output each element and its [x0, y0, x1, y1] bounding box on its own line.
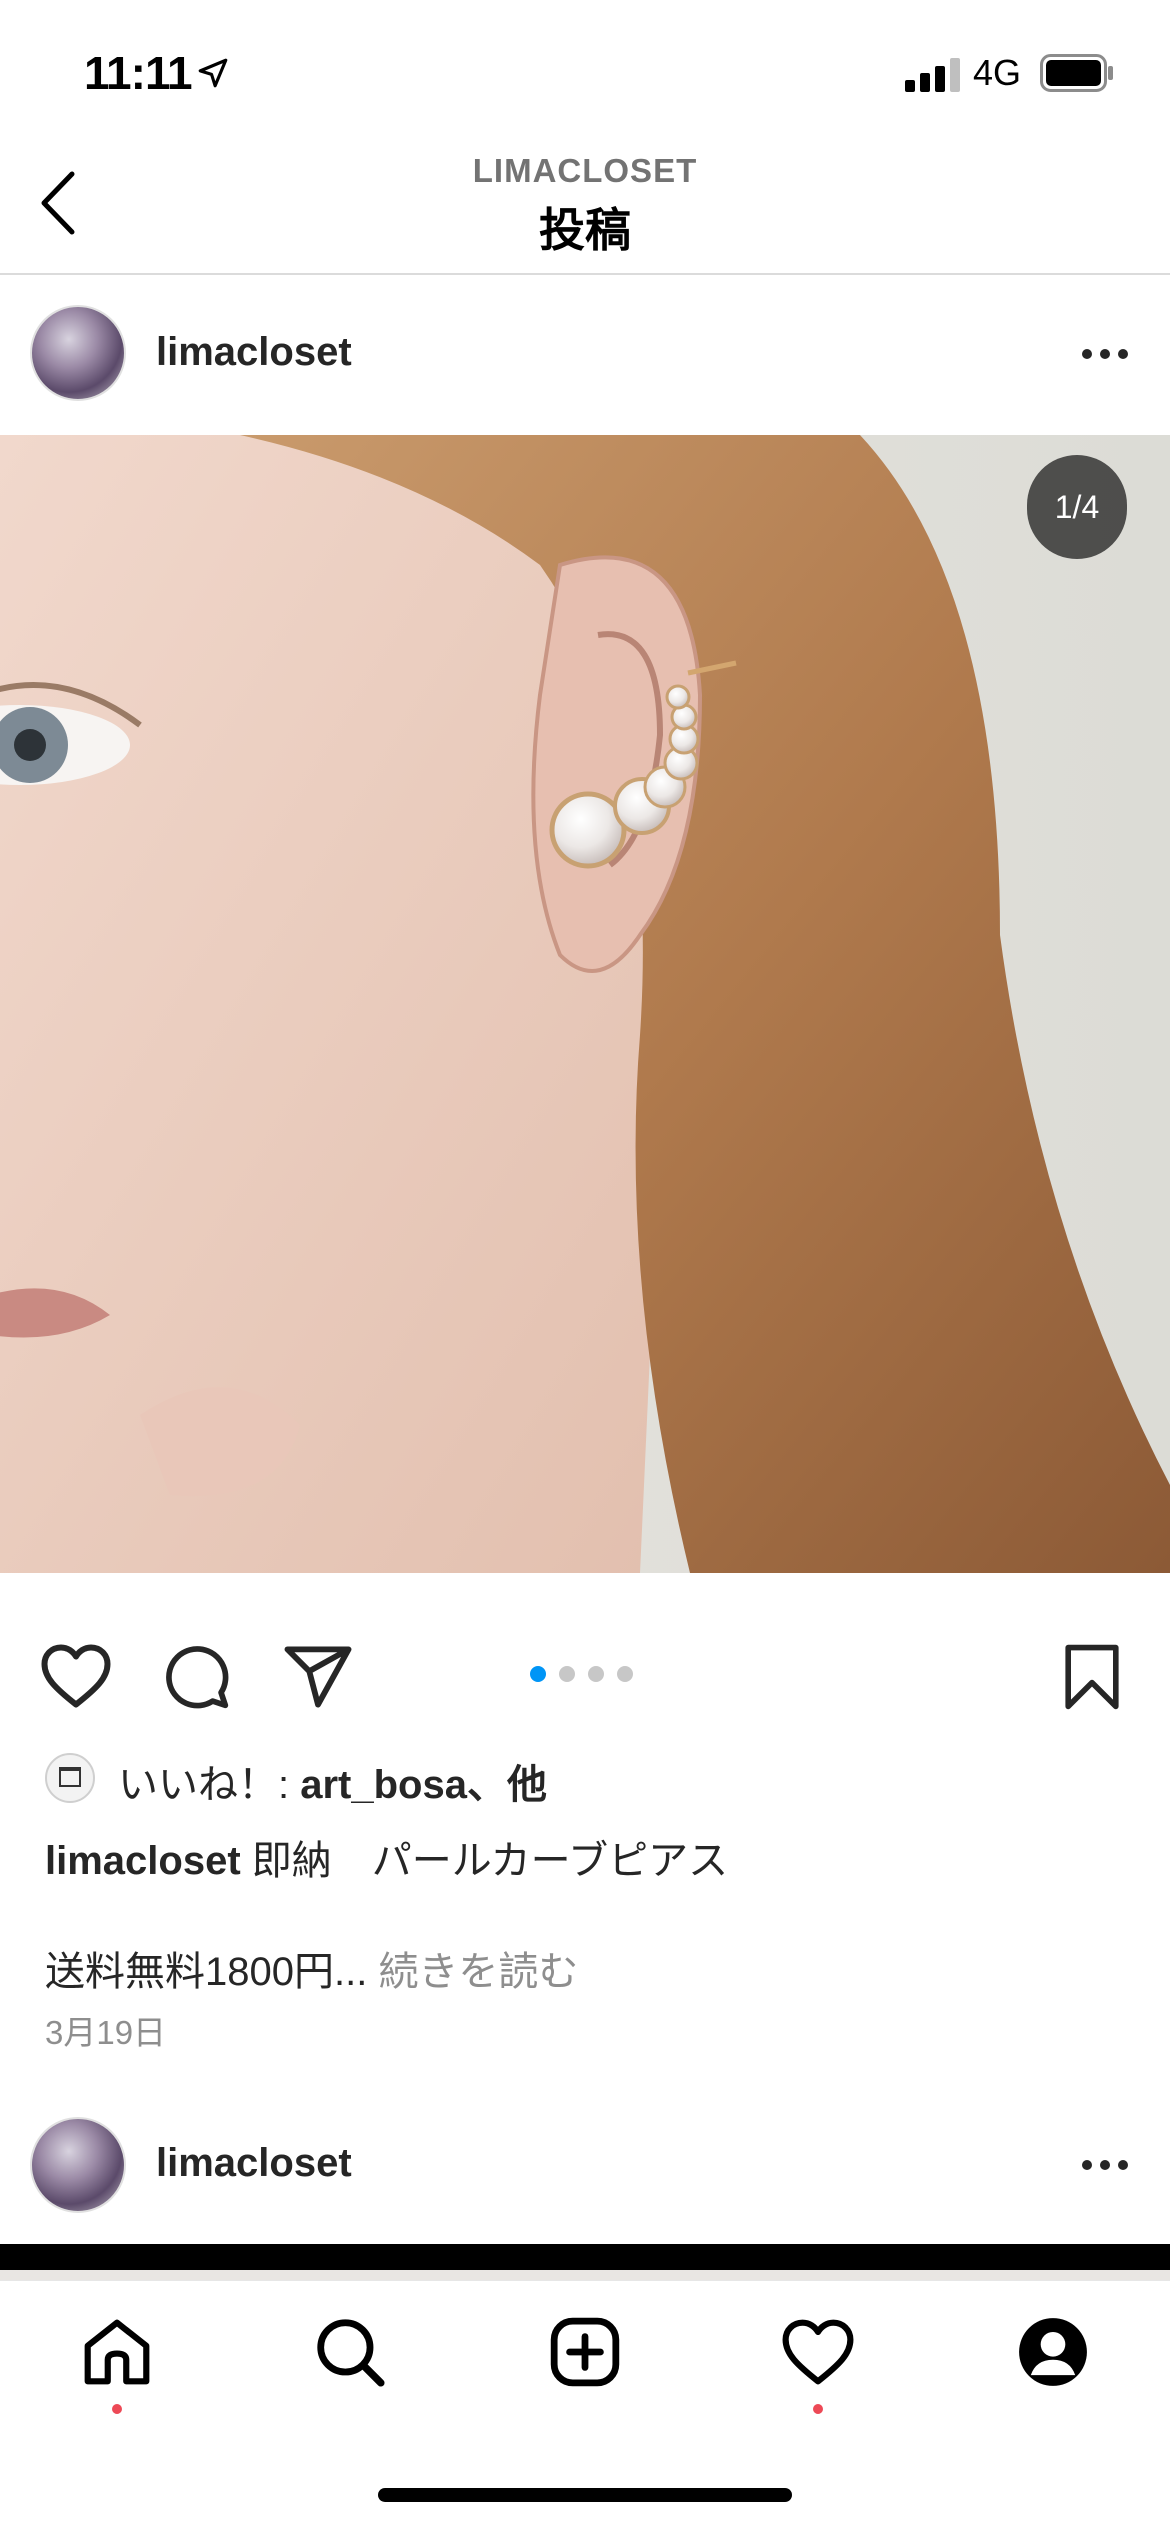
network-type: 4G — [973, 52, 1022, 93]
caption: limacloset 即納 パールカーブピアス — [45, 1828, 728, 1886]
likes-prefix: いいね！: — [118, 1763, 301, 1807]
post-image[interactable]: 1/4 — [0, 435, 1170, 1573]
home-badge — [112, 2404, 122, 2414]
next-post-username[interactable]: limacloset — [156, 2141, 352, 2186]
header-divider — [0, 273, 1170, 275]
liked-by-avatar[interactable] — [45, 1753, 95, 1803]
read-more-link[interactable]: 続きを読む — [378, 1950, 578, 1994]
comment-icon[interactable] — [162, 1643, 232, 1711]
carousel-dot-active — [530, 1666, 546, 1682]
search-icon[interactable] — [313, 2315, 387, 2389]
avatar[interactable] — [30, 305, 126, 401]
page-title: 投稿 — [539, 204, 631, 256]
home-indicator[interactable] — [378, 2488, 792, 2502]
likes-summary[interactable]: いいね！: art_bosa、他 — [118, 1752, 547, 1810]
heart-icon[interactable] — [781, 2315, 855, 2389]
more-horizontal-icon[interactable] — [1080, 344, 1130, 364]
caption-username[interactable]: limacloset — [45, 1839, 241, 1883]
likes-user[interactable]: art_bosa — [300, 1763, 467, 1807]
bookmark-icon[interactable] — [1064, 1643, 1120, 1711]
activity-badge — [813, 2404, 823, 2414]
carousel-dot — [617, 1666, 633, 1682]
post-username[interactable]: limacloset — [156, 330, 352, 375]
image-counter: 1/4 — [1027, 455, 1127, 559]
post-image-illustration — [0, 435, 1170, 1573]
caption-truncated: 送料無料1800円... — [45, 1950, 379, 1994]
status-time: 11:11 — [84, 47, 193, 99]
carousel-dot — [588, 1666, 604, 1682]
post-date: 3月19日 — [45, 2014, 167, 2051]
next-post-avatar[interactable] — [30, 2117, 126, 2213]
more-horizontal-icon[interactable] — [1080, 2155, 1130, 2175]
carousel-dot — [559, 1666, 575, 1682]
likes-suffix[interactable]: 、他 — [467, 1763, 547, 1807]
profile-icon[interactable] — [1016, 2315, 1090, 2389]
signal-icon — [905, 58, 960, 92]
location-arrow-icon — [198, 58, 228, 88]
account-name: LIMACLOSET — [472, 152, 698, 189]
caption-more-line: 送料無料1800円... 続きを読む — [45, 1939, 578, 1997]
share-icon[interactable] — [283, 1645, 353, 1709]
battery-icon — [1040, 54, 1113, 92]
image-counter-label: 1/4 — [1054, 489, 1100, 525]
plus-square-icon[interactable] — [548, 2315, 622, 2389]
caption-text: 即納 パールカーブピアス — [240, 1839, 729, 1883]
home-icon[interactable] — [80, 2315, 154, 2389]
heart-icon[interactable] — [40, 1643, 112, 1709]
next-post-image-edge — [0, 2244, 1170, 2270]
